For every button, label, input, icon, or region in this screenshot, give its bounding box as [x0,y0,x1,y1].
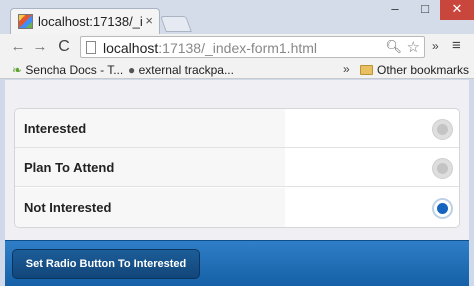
page-viewport: Interested Plan To Attend Not Interested… [5,80,469,286]
url-host: localhost [103,40,159,56]
address-bar[interactable]: localhost:17138/_index-form1.html 🔍︎ ☆ [80,36,425,58]
new-tab-button[interactable] [160,16,192,32]
close-window-button[interactable]: ✕ [440,0,474,20]
bookmark-star-icon[interactable]: ☆ [407,38,420,56]
radio-dot [437,203,448,214]
radio-button-not-interested[interactable] [432,198,453,219]
radio-button-interested[interactable] [432,119,453,140]
folder-icon [360,65,373,75]
leaf-icon: ❧ [12,63,23,77]
radio-label: Interested [15,109,285,147]
bookmark-sencha-docs[interactable]: ❧ Sencha Docs - T... [12,63,123,77]
back-arrow-icon[interactable]: ← [8,37,28,57]
radio-row-plan-to-attend[interactable]: Plan To Attend [15,148,459,187]
tab-strip: localhost:17138/_ind × – □ ✕ [0,0,474,34]
browser-tab[interactable]: localhost:17138/_ind × [10,8,160,34]
other-bookmarks-label: Other bookmarks [377,63,470,77]
tab-close-icon[interactable]: × [145,13,153,28]
bookmark-label: external trackpa... [138,63,234,77]
menu-icon[interactable]: ≡ [452,37,461,54]
tab-title: localhost:17138/_ind [38,14,143,29]
reload-icon[interactable]: C [54,37,74,57]
other-bookmarks-folder[interactable]: Other bookmarks [360,63,469,77]
radio-label: Not Interested [15,188,285,227]
maximize-button[interactable]: □ [410,0,440,20]
radio-label: Plan To Attend [15,148,285,186]
url-path: :17138/_index-form1.html [158,40,318,56]
minimize-button[interactable]: – [380,0,410,20]
radio-dot [437,163,448,174]
bookmarks-overflow-icon[interactable]: » [343,62,350,76]
browser-toolbar: ← → C localhost:17138/_index-form1.html … [0,34,474,60]
radio-fieldset: Interested Plan To Attend Not Interested [14,108,460,228]
bookmark-label: Sencha Docs - T... [25,63,124,77]
url-text: localhost:17138/_index-form1.html [103,40,317,56]
set-radio-interested-button[interactable]: Set Radio Button To Interested [12,249,200,279]
page-icon [86,41,96,54]
forward-arrow-icon[interactable]: → [30,37,50,57]
favicon-icon [18,14,33,29]
radio-row-not-interested[interactable]: Not Interested [15,188,459,227]
radio-row-interested[interactable]: Interested [15,109,459,148]
radio-button-plan-to-attend[interactable] [432,158,453,179]
bottom-toolbar: Set Radio Button To Interested [5,240,469,286]
extensions-overflow-icon[interactable]: » [432,39,439,53]
apple-icon: ● [128,63,136,77]
radio-dot [437,124,448,135]
bookmarks-bar: ❧ Sencha Docs - T... ● external trackpa.… [0,60,474,79]
zoom-icon[interactable]: 🔍︎ [385,39,402,55]
bookmark-external-trackpad[interactable]: ● external trackpa... [128,63,234,77]
